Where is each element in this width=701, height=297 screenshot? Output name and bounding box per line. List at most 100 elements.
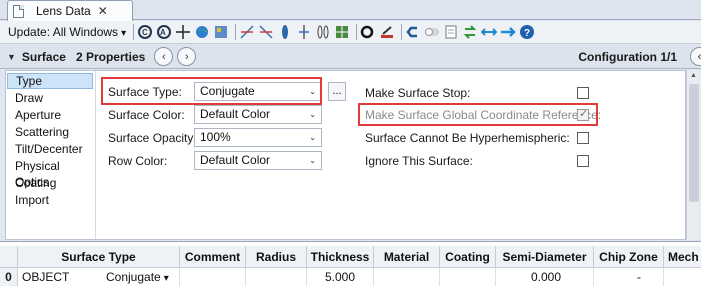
next-surface-button[interactable]: › <box>177 47 197 66</box>
column-header-mech[interactable]: Mech <box>664 246 701 268</box>
convert-icon[interactable] <box>462 24 478 40</box>
clear-icon[interactable]: A <box>156 24 172 40</box>
surface-type-dropdown[interactable]: Conjugate ⌄ <box>194 82 322 101</box>
coating-cell[interactable] <box>440 268 496 286</box>
category-list: Type Draw Aperture Scattering Tilt/Decen… <box>6 71 96 239</box>
row-color-dropdown[interactable]: Default Color ⌄ <box>194 151 322 170</box>
surface-type-settings-button[interactable]: ... <box>328 82 346 101</box>
help-icon[interactable]: ? <box>519 24 535 40</box>
surface-color-dropdown[interactable]: Default Color ⌄ <box>194 105 322 124</box>
surface-label: Surface <box>21 49 66 64</box>
scrollbar-thumb[interactable] <box>689 84 699 202</box>
toolbar: Update: All Windows ▾ C A ? <box>0 21 701 44</box>
chevron-down-icon: ⌄ <box>309 87 316 96</box>
category-item-coating[interactable]: Coating <box>6 175 94 191</box>
row-index[interactable]: 0 <box>0 268 18 286</box>
chevron-left-icon: ‹ <box>161 50 166 63</box>
chevron-left-icon: ‹ <box>697 50 701 63</box>
lens-data-grid: Surface Type Comment Radius Thickness Ma… <box>0 241 701 297</box>
hyperhemispheric-checkbox[interactable] <box>577 132 589 144</box>
update-label: Update: All Windows <box>8 25 119 39</box>
surface-opacity-label: Surface Opacity: <box>108 131 197 145</box>
column-header-material[interactable]: Material <box>374 246 440 268</box>
surface-type-cell[interactable]: Conjugate ▾ <box>102 268 180 286</box>
column-header-chip-zone[interactable]: Chip Zone <box>594 246 664 268</box>
toolbar-separator <box>401 24 403 40</box>
chevron-down-icon: ⌄ <box>309 156 316 165</box>
category-item-physical-optics[interactable]: Physical Optics <box>6 158 94 189</box>
hyperhemispheric-label: Surface Cannot Be Hyperhemispheric: <box>365 131 570 145</box>
category-item-tilt-decenter[interactable]: Tilt/Decenter <box>6 141 94 157</box>
layout-icon[interactable] <box>213 24 229 40</box>
comment-cell[interactable] <box>180 268 246 286</box>
svg-text:?: ? <box>524 28 530 39</box>
double-lens-icon[interactable] <box>315 24 331 40</box>
lens-icon[interactable] <box>277 24 293 40</box>
grid-icon[interactable] <box>334 24 350 40</box>
grid-header: Surface Type Comment Radius Thickness Ma… <box>0 246 701 268</box>
column-header-radius[interactable]: Radius <box>246 246 307 268</box>
material-cell[interactable] <box>374 268 440 286</box>
radius-cell[interactable] <box>246 268 307 286</box>
surface-opacity-dropdown[interactable]: 100% ⌄ <box>194 128 322 147</box>
category-item-type[interactable]: Type <box>7 73 93 89</box>
global-coordinate-reference-checkbox[interactable]: ✓ <box>577 108 589 121</box>
tab-lens-data[interactable]: Lens Data ✕ <box>7 0 133 21</box>
toolbar-separator <box>356 24 358 40</box>
close-icon[interactable]: ✕ <box>98 4 108 18</box>
configuration-label: Configuration 1/1 <box>578 50 677 64</box>
column-header-coating[interactable]: Coating <box>440 246 496 268</box>
column-header-comment[interactable]: Comment <box>180 246 246 268</box>
document-icon <box>13 4 24 18</box>
make-surface-stop-checkbox[interactable] <box>577 87 589 99</box>
previous-surface-button[interactable]: ‹ <box>154 47 174 66</box>
reverse-icon[interactable] <box>239 24 255 40</box>
ignore-surface-label: Ignore This Surface: <box>365 154 473 168</box>
properties-bar: ▼ Surface 2 Properties ‹ › Configuration… <box>0 45 701 69</box>
toggle-icon[interactable] <box>424 24 440 40</box>
arrow-right-icon[interactable] <box>500 24 516 40</box>
globe-icon[interactable] <box>194 24 210 40</box>
category-item-aperture[interactable]: Aperture <box>6 107 94 123</box>
column-header-semi-diameter[interactable]: Semi-Diameter <box>496 246 594 268</box>
previous-configuration-button[interactable]: ‹ <box>690 47 701 66</box>
page-icon[interactable] <box>443 24 459 40</box>
back-icon[interactable] <box>405 24 421 40</box>
column-header-surface-type[interactable]: Surface Type <box>18 246 180 268</box>
circle-icon[interactable] <box>360 24 376 40</box>
surface-type-value: Conjugate <box>200 84 255 98</box>
refresh-icon[interactable]: C <box>137 24 153 40</box>
flip-icon[interactable] <box>258 24 274 40</box>
checkmark-icon: ✓ <box>579 108 589 120</box>
surface-color-value: Default Color <box>200 107 271 121</box>
collapse-icon[interactable]: ▼ <box>7 52 16 62</box>
arrows-icon[interactable] <box>481 24 498 40</box>
scroll-up-icon[interactable]: ▲ <box>690 72 697 79</box>
surface-type-cell-value: Conjugate <box>106 270 161 284</box>
category-item-draw[interactable]: Draw <box>6 90 94 106</box>
vertical-scrollbar[interactable]: ▲ <box>686 70 701 240</box>
toolbar-separator <box>235 24 237 40</box>
mech-cell[interactable] <box>664 268 701 286</box>
svg-text:C: C <box>142 28 148 37</box>
toolbar-separator <box>133 24 135 40</box>
tab-strip: Lens Data ✕ <box>0 0 701 21</box>
chevron-down-icon: ⌄ <box>309 110 316 119</box>
thickness-cell[interactable]: 5.000 <box>307 268 374 286</box>
category-item-import[interactable]: Import <box>6 192 94 208</box>
update-dropdown[interactable]: Update: All Windows ▾ <box>8 25 126 39</box>
column-header-thickness[interactable]: Thickness <box>307 246 374 268</box>
properties-count: 2 Properties <box>75 49 146 64</box>
global-coordinate-reference-label: Make Surface Global Coordinate Reference… <box>365 108 602 122</box>
row-color-value: Default Color <box>200 153 271 167</box>
surface-name-cell[interactable]: OBJECT <box>18 268 102 286</box>
crosshair-icon[interactable] <box>175 24 191 40</box>
chip-zone-cell[interactable]: - <box>594 268 664 286</box>
brush-icon[interactable] <box>379 24 395 40</box>
semi-diameter-cell[interactable]: 0.000 <box>496 268 594 286</box>
svg-text:A: A <box>160 28 166 37</box>
split-icon[interactable] <box>296 24 312 40</box>
ignore-surface-checkbox[interactable] <box>577 155 589 167</box>
chevron-down-icon: ⌄ <box>309 133 316 142</box>
category-item-scattering[interactable]: Scattering <box>6 124 94 140</box>
